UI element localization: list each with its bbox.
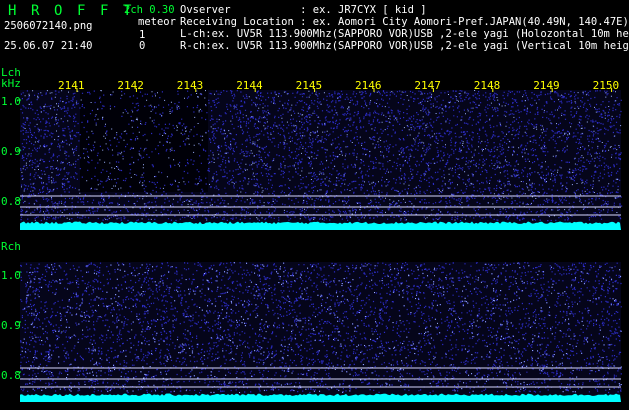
minute-tick-label: 2142	[117, 79, 144, 92]
lch-freq-1-0: 1.0	[1, 95, 21, 108]
baseline-signal	[20, 393, 621, 402]
rch-freq-0-9: 0.9	[1, 319, 21, 332]
minute-tick-label: 2144	[236, 79, 263, 92]
minute-tick-label: 2141	[58, 79, 85, 92]
minute-tick-label: 2150	[592, 79, 620, 92]
rch-label: Rch	[1, 240, 21, 253]
minute-tick-label: 2149	[533, 79, 560, 92]
lch-freq-0-8: 0.8	[1, 195, 21, 208]
lch-spectrogram	[17, 88, 623, 230]
minute-tick-label: 2148	[473, 79, 501, 92]
spectrogram-display	[17, 88, 623, 402]
rch-freq-1-0: 1.0	[1, 269, 21, 282]
minute-tick-label: 2147	[414, 79, 441, 92]
rch-spectrogram	[17, 262, 622, 402]
minute-tick-label: 2146	[355, 79, 382, 92]
minute-tick-label: 2143	[176, 79, 204, 92]
rch-freq-0-8: 0.8	[1, 369, 21, 382]
khz-label: kHz	[1, 77, 21, 90]
lch-freq-0-9: 0.9	[1, 145, 21, 158]
minute-tick-label: 2145	[295, 79, 323, 92]
signal-gap-region	[80, 90, 208, 192]
